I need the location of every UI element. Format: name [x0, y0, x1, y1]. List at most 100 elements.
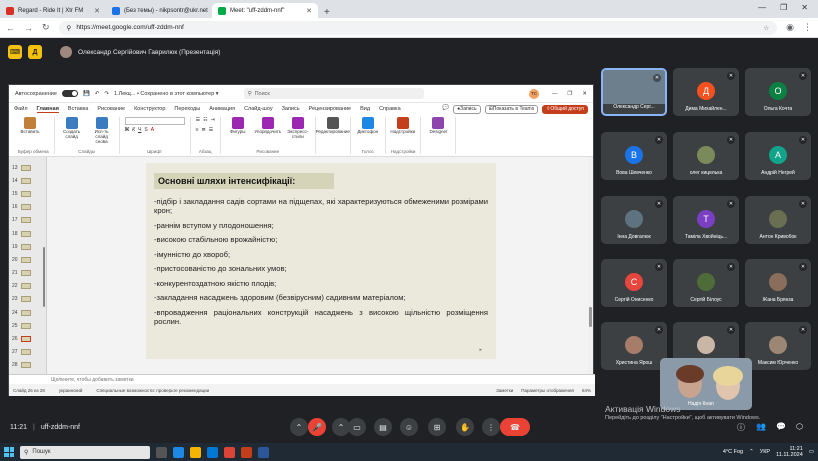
ribbon-tab[interactable]: Конструктор: [134, 106, 165, 113]
thumbs-scrollbar[interactable]: [43, 247, 45, 307]
strike-icon[interactable]: S: [144, 127, 147, 133]
numbering-icon[interactable]: ☷: [203, 117, 207, 123]
italic-icon[interactable]: К: [132, 127, 135, 133]
slide-scrollbar[interactable]: [588, 157, 593, 374]
more-options-icon[interactable]: ⋮: [482, 418, 500, 436]
slide-thumbnail[interactable]: 20: [9, 253, 46, 266]
reload-icon[interactable]: ↻: [42, 22, 50, 33]
ppt-minimize-icon[interactable]: —: [552, 91, 558, 97]
participant-tile[interactable]: В ✕ Вова Шевченко: [601, 132, 667, 180]
ppt-search-input[interactable]: ⚲ Поиск: [243, 88, 424, 99]
save-icon[interactable]: 💾: [83, 91, 90, 97]
word-icon[interactable]: [258, 446, 269, 458]
ribbon-tab[interactable]: Рецензирование: [309, 106, 351, 113]
ribbon-button[interactable]: Упорядочить: [254, 117, 281, 135]
minimize-icon[interactable]: —: [758, 3, 766, 12]
slide-thumbnail[interactable]: 17: [9, 214, 46, 227]
underline-icon[interactable]: Ч: [138, 127, 141, 133]
accessibility[interactable]: Специальные возможности: проверьте реком…: [96, 388, 209, 393]
teams-button[interactable]: ⊞ Показать в Teams: [484, 104, 539, 114]
participant-tile[interactable]: А ✕ Андрій Негрей: [745, 132, 811, 180]
participant-tile[interactable]: Д ✕ Дима Михайлен...: [673, 68, 739, 116]
document-icon[interactable]: Д: [28, 45, 42, 59]
explorer-icon[interactable]: [190, 446, 201, 458]
bullets-icon[interactable]: ☰: [196, 117, 200, 123]
windows-start-icon[interactable]: [4, 447, 14, 457]
chat-icon[interactable]: 💬: [776, 422, 786, 431]
more-audio-options-icon[interactable]: ⌃: [290, 418, 308, 436]
chrome-icon[interactable]: [224, 446, 235, 458]
new-tab-button[interactable]: +: [318, 7, 336, 18]
record-button[interactable]: ● Запись: [453, 104, 481, 114]
slide-thumbnail[interactable]: 18: [9, 227, 46, 240]
tab-close-icon[interactable]: ✕: [94, 7, 100, 15]
site-info-icon[interactable]: ⚲: [67, 24, 72, 32]
ppt-close-icon[interactable]: ✕: [582, 91, 587, 97]
weather[interactable]: 4°C Fog: [723, 449, 743, 455]
browser-tab[interactable]: Regard - Ride It | Xtr FM ✕: [0, 3, 106, 18]
language[interactable]: украинский: [59, 388, 82, 393]
slide-thumbnail[interactable]: 16: [9, 201, 46, 214]
ribbon-tab[interactable]: Главная: [36, 106, 59, 113]
slide-thumbnail[interactable]: 28: [9, 359, 46, 372]
clock[interactable]: 11:21 11.11.2024: [776, 446, 803, 458]
ribbon-button[interactable]: Диктофон: [356, 117, 380, 135]
notifications-icon[interactable]: ▭: [809, 449, 814, 455]
redo-icon[interactable]: ↷: [104, 91, 109, 97]
tray-arrow-icon[interactable]: ⌃: [749, 449, 754, 455]
slide-thumbnail[interactable]: 22: [9, 280, 46, 293]
notes-toggle[interactable]: Заметки: [496, 388, 513, 393]
edge-icon[interactable]: [173, 446, 184, 458]
slide-thumbnail[interactable]: 23: [9, 293, 46, 306]
comment-icon[interactable]: 💬: [442, 105, 449, 114]
ribbon-tab[interactable]: Вставка: [68, 106, 88, 113]
activities-icon[interactable]: ⬡: [796, 422, 803, 431]
participant-tile[interactable]: ✕ Олександр Серг...: [601, 68, 667, 116]
participant-tile[interactable]: С ✕ Сергій Онисенко: [601, 259, 667, 307]
indent-icon[interactable]: ⇥: [211, 117, 215, 123]
notes-pane[interactable]: Щелкните, чтобы добавить заметки: [9, 374, 595, 384]
ribbon-tab[interactable]: Рисование: [97, 106, 125, 113]
tab-close-icon[interactable]: ✕: [306, 7, 312, 15]
slide-thumbnail[interactable]: 24: [9, 306, 46, 319]
task-view-icon[interactable]: [156, 446, 167, 458]
emoji-icon[interactable]: ☺: [400, 418, 418, 436]
ribbon-tab[interactable]: Вид: [360, 106, 370, 113]
close-icon[interactable]: ✕: [801, 3, 808, 12]
self-video-tile[interactable]: Надія Кнап: [660, 358, 752, 410]
ribbon-tab[interactable]: Файл: [14, 106, 28, 113]
ribbon-button[interactable]: Вставить: [18, 117, 42, 135]
raise-hand-icon[interactable]: ✋: [456, 418, 474, 436]
file-name[interactable]: 1.Лекц... • Сохранено в этот компьютер ▾: [114, 91, 219, 97]
share-button[interactable]: ⇧ Общий доступ: [542, 104, 588, 114]
participant-tile[interactable]: ✕ Христина Ярош: [601, 322, 667, 370]
forward-icon[interactable]: →: [24, 23, 33, 33]
browser-tab[interactable]: (Без темы) - nikpsontr@ukr.net ✕: [106, 3, 212, 18]
slide-thumbnail[interactable]: 19: [9, 240, 46, 253]
slide[interactable]: Основні шляхи інтенсифікації: -підбір і …: [146, 163, 496, 359]
info-icon[interactable]: ⓘ: [737, 422, 745, 433]
slide-thumbnail[interactable]: 21: [9, 267, 46, 280]
taskbar-search[interactable]: ⚲ Пошук: [20, 445, 150, 459]
maximize-icon[interactable]: ❐: [780, 3, 787, 12]
bookmark-star-icon[interactable]: ☆: [763, 24, 769, 32]
slide-thumbnail[interactable]: 27: [9, 346, 46, 359]
account-avatar[interactable]: ТС: [528, 88, 539, 99]
slide-thumbnail[interactable]: 25: [9, 319, 46, 332]
align-left-icon[interactable]: ≡: [196, 127, 199, 133]
ribbon-tab[interactable]: Переходы: [174, 106, 200, 113]
align-center-icon[interactable]: ≣: [202, 127, 206, 133]
back-icon[interactable]: ←: [6, 23, 15, 33]
slide-thumbnail[interactable]: 26: [9, 332, 46, 345]
shortcuts-icon[interactable]: ⌨: [8, 45, 22, 59]
slide-thumbnail[interactable]: 14: [9, 174, 46, 187]
end-call-button[interactable]: ☎: [500, 418, 530, 436]
ribbon-tab[interactable]: Справка: [379, 106, 401, 113]
participant-tile[interactable]: ✕ Сергій Білоус: [673, 259, 739, 307]
ribbon-button[interactable]: Экспресс-стили: [286, 117, 310, 140]
autosave-toggle[interactable]: [61, 90, 78, 97]
ribbon-button[interactable]: Designer: [426, 117, 450, 135]
browser-tab[interactable]: Meet: "uff-zddm-nnf" ✕: [212, 3, 318, 18]
participant-tile[interactable]: ✕ Жана Брянза: [745, 259, 811, 307]
participant-tile[interactable]: Т ✕ Таміла Хвойніць...: [673, 196, 739, 244]
